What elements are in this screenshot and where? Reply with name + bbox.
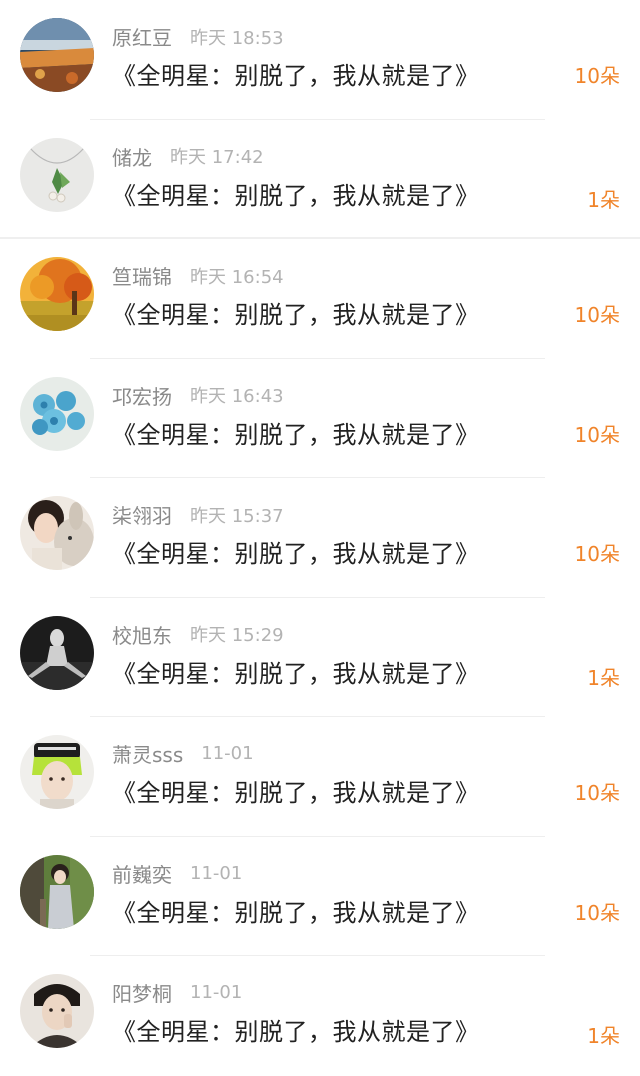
user-name[interactable]: 柒翎羽 (112, 500, 172, 529)
item-meta: 阳梦桐 11-01 (112, 978, 242, 1008)
gift-title: 《全明星：别脱了，我从就是了》 (112, 779, 480, 807)
list-item[interactable]: 原红豆 昨天 18:53 《全明星：别脱了，我从就是了》 10朵 (0, 0, 640, 120)
gift-title: 《全明星：别脱了，我从就是了》 (112, 659, 480, 688)
flower-count: 10朵 (574, 303, 620, 327)
user-name[interactable]: 校旭东 (112, 620, 172, 649)
user-name[interactable]: 阳梦桐 (112, 978, 172, 1007)
item-meta: 储龙 昨天 17:42 (112, 142, 264, 172)
flower-count: 1朵 (587, 1024, 620, 1048)
user-name[interactable]: 萧灵sss (112, 739, 183, 768)
timestamp: 11-01 (201, 743, 254, 764)
item-meta: 校旭东 昨天 15:29 (112, 620, 284, 650)
timestamp: 昨天 16:43 (190, 386, 284, 407)
gift-title: 《全明星：别脱了，我从就是了》 (112, 62, 480, 90)
gift-title: 《全明星：别脱了，我从就是了》 (112, 181, 480, 210)
landscape-avatar[interactable] (20, 18, 94, 92)
user-name[interactable]: 原红豆 (112, 22, 172, 51)
timestamp: 昨天 16:54 (190, 266, 284, 288)
blue-roses-avatar[interactable] (20, 376, 94, 451)
user-name[interactable]: 储龙 (112, 142, 152, 171)
man-portrait-avatar[interactable] (20, 974, 94, 1048)
gift-title: 《全明星：别脱了，我从就是了》 (112, 540, 480, 568)
list-item[interactable]: 阳梦桐 11-01 《全明星：别脱了，我从就是了》 1朵 (0, 956, 640, 1076)
user-name[interactable]: 笪瑞锦 (112, 261, 172, 290)
item-meta: 笪瑞锦 昨天 16:54 (112, 261, 284, 291)
item-meta: 邛宏扬 昨天 16:43 (112, 381, 284, 411)
flower-count: 1朵 (587, 187, 620, 212)
flower-count: 10朵 (574, 64, 620, 88)
gift-record-list: 原红豆 昨天 18:53 《全明星：别脱了，我从就是了》 10朵 储龙 昨天 17:… (0, 0, 640, 1068)
item-meta: 原红豆 昨天 18:53 (112, 22, 284, 52)
gift-title: 《全明星：别脱了，我从就是了》 (112, 898, 480, 927)
dancer-bw-avatar[interactable] (20, 615, 94, 690)
timestamp: 昨天 17:42 (170, 147, 264, 168)
timestamp: 11-01 (190, 982, 243, 1003)
timestamp: 昨天 15:37 (190, 505, 284, 527)
flower-count: 10朵 (574, 781, 620, 805)
girl-outdoor-avatar[interactable] (20, 854, 94, 929)
girl-with-plush-avatar[interactable] (20, 496, 94, 570)
user-name[interactable]: 前巍奕 (112, 859, 172, 888)
autumn-tree-avatar[interactable] (20, 257, 94, 331)
list-item[interactable]: 储龙 昨天 17:42 《全明星：别脱了，我从就是了》 1朵 (0, 120, 640, 239)
list-item[interactable]: 萧灵sss 11-01 《全明星：别脱了，我从就是了》 10朵 (0, 717, 640, 837)
pearl-necklace-avatar[interactable] (20, 137, 94, 212)
flower-count: 10朵 (574, 900, 620, 925)
item-meta: 柒翎羽 昨天 15:37 (112, 500, 284, 530)
user-name[interactable]: 邛宏扬 (112, 381, 172, 410)
item-meta: 萧灵sss 11-01 (112, 739, 254, 769)
list-item[interactable]: 邛宏扬 昨天 16:43 《全明星：别脱了，我从就是了》 10朵 (0, 359, 640, 478)
timestamp: 11-01 (190, 862, 243, 884)
flower-count: 10朵 (574, 542, 620, 566)
list-item[interactable]: 笪瑞锦 昨天 16:54 《全明星：别脱了，我从就是了》 10朵 (0, 239, 640, 359)
timestamp: 昨天 18:53 (190, 27, 284, 49)
gift-title: 《全明星：别脱了，我从就是了》 (112, 420, 480, 449)
list-item[interactable]: 柒翎羽 昨天 15:37 《全明星：别脱了，我从就是了》 10朵 (0, 478, 640, 598)
timestamp: 昨天 15:29 (190, 625, 284, 646)
flower-count: 10朵 (574, 422, 620, 447)
flower-count: 1朵 (587, 665, 620, 690)
list-item[interactable]: 校旭东 昨天 15:29 《全明星：别脱了，我从就是了》 1朵 (0, 598, 640, 717)
item-meta: 前巍奕 11-01 (112, 859, 242, 889)
green-hair-avatar[interactable] (20, 735, 94, 809)
gift-title: 《全明星：别脱了，我从就是了》 (112, 301, 480, 329)
list-item[interactable]: 前巍奕 11-01 《全明星：别脱了，我从就是了》 10朵 (0, 837, 640, 956)
gift-title: 《全明星：别脱了，我从就是了》 (112, 1018, 480, 1046)
